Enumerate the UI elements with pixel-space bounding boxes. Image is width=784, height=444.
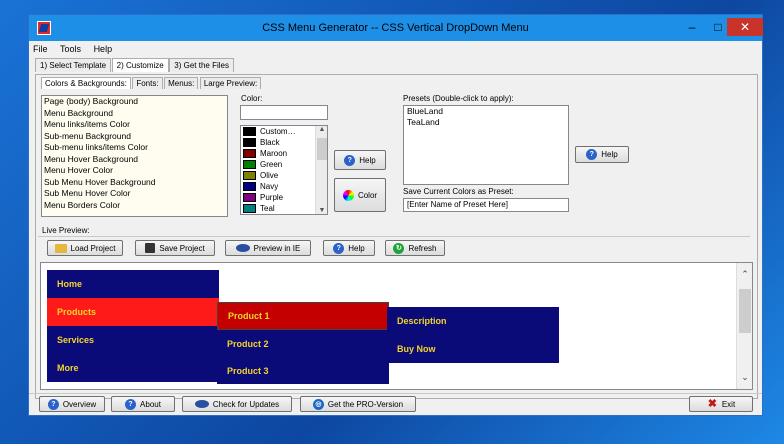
list-item[interactable]: Menu Borders Color	[42, 200, 227, 212]
minimize-button[interactable]: –	[679, 18, 705, 36]
menu-item-services[interactable]: Services	[47, 326, 219, 354]
live-preview-label: Live Preview:	[42, 226, 90, 235]
save-icon	[145, 243, 156, 253]
customize-subtabs: Colors & Backgrounds: Fonts: Menus: Larg…	[41, 77, 262, 89]
menu-item-more[interactable]: More	[47, 354, 219, 382]
overview-button[interactable]: ? Overview	[39, 396, 105, 412]
presets-list[interactable]: BlueLand TeaLand	[403, 105, 569, 185]
color-value-input[interactable]	[240, 105, 328, 120]
check-updates-button[interactable]: Check for Updates	[182, 396, 292, 412]
menu-tools[interactable]: Tools	[60, 41, 81, 54]
menu-bar: File Tools Help	[29, 41, 762, 57]
tab-select-template[interactable]: 1) Select Template	[35, 58, 112, 72]
color-swatch	[243, 193, 256, 202]
color-swatch	[243, 149, 256, 158]
exit-button[interactable]: ✖ Exit	[689, 396, 753, 412]
preview-in-ie-button[interactable]: Preview in IE	[225, 240, 311, 256]
list-item[interactable]: Page (body) Background	[42, 96, 227, 108]
list-item[interactable]: Sub Menu Hover Color	[42, 188, 227, 200]
close-icon: ✖	[707, 397, 717, 410]
scrollbar-thumb[interactable]	[317, 138, 327, 160]
refresh-button[interactable]: ↻ Refresh	[385, 240, 445, 256]
color-list[interactable]: Custom… Black Maroon Green Olive Navy Pu…	[240, 125, 328, 215]
menu-help[interactable]: Help	[94, 41, 113, 54]
presets-help-button[interactable]: ? Help	[575, 146, 629, 163]
color-swatch	[243, 171, 256, 180]
color-wheel-icon	[342, 189, 354, 201]
folder-icon	[54, 243, 67, 253]
save-project-button[interactable]: Save Project	[135, 240, 215, 256]
get-pro-version-button[interactable]: ◎ Get the PRO-Version	[300, 396, 416, 412]
chevron-up-icon[interactable]: ⌃	[737, 269, 752, 280]
list-item[interactable]: Sub-menu Background	[42, 131, 227, 143]
help-icon: ?	[333, 242, 345, 254]
subsubmenu-item-buy-now[interactable]: Buy Now	[387, 335, 559, 363]
globe-icon: ◎	[312, 398, 324, 410]
tab-large-preview[interactable]: Large Preview:	[199, 77, 262, 89]
list-item[interactable]: Menu Hover Color	[42, 165, 227, 177]
color-swatch	[243, 204, 256, 213]
save-preset-label: Save Current Colors as Preset:	[403, 187, 514, 196]
menu-item-products[interactable]: Products	[47, 298, 219, 326]
submenu-item-product-1[interactable]: Product 1	[217, 302, 389, 330]
help-icon: ?	[344, 154, 356, 166]
tab-colors-backgrounds[interactable]: Colors & Backgrounds:	[41, 77, 131, 89]
preview-scrollbar[interactable]: ⌃ ⌄	[736, 263, 752, 389]
color-swatch	[243, 138, 256, 147]
color-swatch	[243, 160, 256, 169]
color-swatch	[243, 127, 256, 136]
eye-icon	[194, 400, 209, 408]
tab-customize[interactable]: 2) Customize	[111, 58, 169, 72]
scroll-down-icon[interactable]: ▼	[316, 207, 327, 214]
refresh-icon: ↻	[393, 242, 405, 254]
close-button[interactable]: ✕	[727, 18, 763, 36]
preset-item[interactable]: TeaLand	[404, 117, 568, 128]
menu-elements-list[interactable]: Page (body) Background Menu Background M…	[41, 95, 228, 217]
menu-preview-area: Home Products Services More Product 1 Pr…	[40, 262, 753, 390]
color-list-scrollbar[interactable]: ▲ ▼	[315, 126, 327, 214]
list-item[interactable]: Sub Menu Hover Background	[42, 177, 227, 189]
menu-file[interactable]: File	[33, 41, 48, 54]
main-tabs: 1) Select Template 2) Customize 3) Get t…	[35, 58, 234, 73]
subsubmenu-item-description[interactable]: Description	[387, 307, 559, 335]
list-item[interactable]: Sub-menu links/items Color	[42, 142, 227, 154]
about-button[interactable]: ? About	[111, 396, 175, 412]
load-project-button[interactable]: Load Project	[47, 240, 123, 256]
color-help-button[interactable]: ? Help	[334, 150, 386, 170]
preview-help-button[interactable]: ? Help	[323, 240, 375, 256]
menu-item-home[interactable]: Home	[47, 270, 219, 298]
tab-menus[interactable]: Menus:	[164, 77, 199, 89]
footer-divider	[29, 393, 762, 394]
help-icon: ?	[586, 149, 598, 160]
scroll-up-icon[interactable]: ▲	[316, 126, 327, 133]
chevron-down-icon[interactable]: ⌄	[737, 372, 752, 383]
color-picker-button[interactable]: Color	[334, 178, 386, 212]
submenu-item-product-3[interactable]: Product 3	[217, 358, 389, 384]
help-icon: ?	[47, 398, 59, 410]
eye-icon	[235, 244, 250, 252]
submenu-item-product-2[interactable]: Product 2	[217, 330, 389, 358]
tab-get-files[interactable]: 3) Get the Files	[169, 58, 234, 72]
tab-fonts[interactable]: Fonts:	[132, 77, 163, 89]
list-item[interactable]: Menu links/items Color	[42, 119, 227, 131]
help-icon: ?	[125, 398, 137, 410]
presets-label: Presets (Double-click to apply):	[403, 94, 514, 103]
color-swatch	[243, 182, 256, 191]
list-item[interactable]: Menu Background	[42, 108, 227, 120]
list-item[interactable]: Menu Hover Background	[42, 154, 227, 166]
preset-item[interactable]: BlueLand	[404, 106, 568, 117]
window-title: CSS Menu Generator -- CSS Vertical DropD…	[262, 22, 529, 34]
app-window: CSS Menu Generator -- CSS Vertical DropD…	[28, 14, 763, 416]
scrollbar-thumb[interactable]	[739, 289, 751, 333]
title-bar[interactable]: CSS Menu Generator -- CSS Vertical DropD…	[29, 15, 763, 41]
preset-name-input[interactable]: [Enter Name of Preset Here]	[403, 198, 569, 212]
color-label: Color:	[241, 94, 263, 103]
